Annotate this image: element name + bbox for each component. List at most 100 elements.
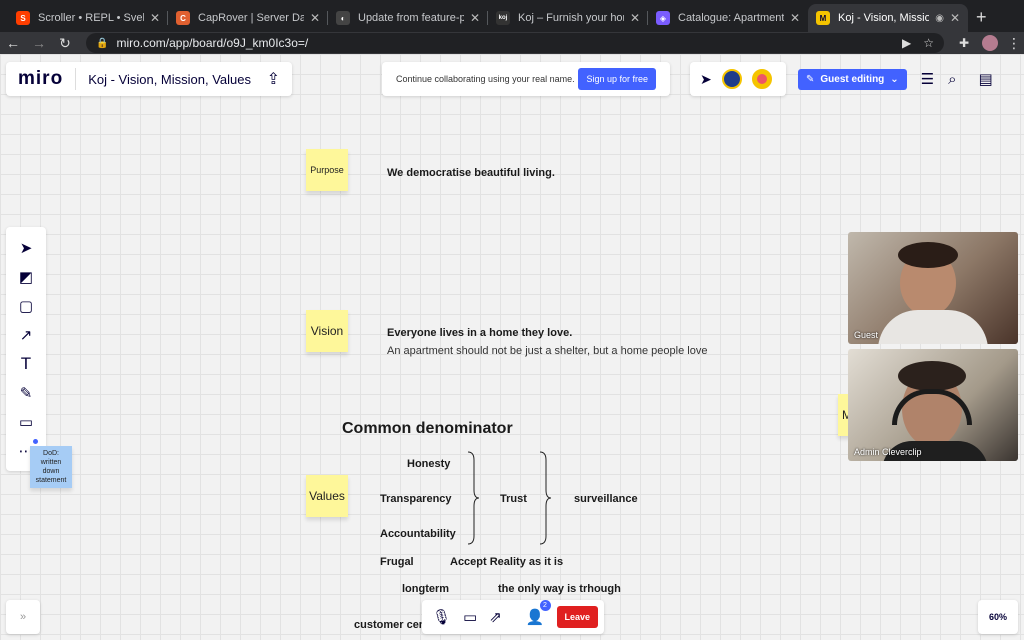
address-bar: ← → ↻ 🔒 miro.com/app/board/o9J_km0Ic3o=/… (0, 32, 1024, 54)
reload-icon[interactable]: ↻ (52, 35, 78, 52)
search-icon[interactable]: ⌕ (948, 71, 956, 88)
guest-editing-button[interactable]: ✎ Guest editing ⌄ (798, 68, 907, 90)
sticky-dod[interactable]: DoD: written down statement (30, 446, 72, 488)
tab-title: Update from feature-propos (358, 12, 464, 24)
tab-title: Scroller • REPL • Svelte (38, 12, 144, 24)
participants-count-badge: 2 (539, 600, 551, 611)
video-tile-guest[interactable]: Guest (848, 232, 1018, 344)
value-transparency[interactable]: Transparency (380, 493, 452, 505)
sticky-note-tool-icon[interactable]: ◩ (12, 263, 40, 291)
board-title[interactable]: Koj - Vision, Mission, Values (88, 72, 251, 87)
participant-name: Guest (854, 330, 879, 340)
miro-logo[interactable]: miro (18, 68, 63, 90)
video-camera-icon[interactable]: ▭ (463, 608, 477, 626)
screen-share-icon[interactable]: ⇗ (489, 608, 502, 626)
vision-title[interactable]: Everyone lives in a home they love. (387, 327, 572, 339)
value-only-way[interactable]: the only way is trhough (498, 583, 621, 595)
sticky-values[interactable]: Values (306, 475, 348, 517)
brace-right (539, 451, 552, 545)
leave-call-button[interactable]: Leave (556, 606, 599, 628)
browser-tab-bar: S Scroller • REPL • Svelte ✕ C CapRover … (0, 0, 1024, 32)
guest-editing-label: Guest editing (820, 73, 885, 85)
cursor-icon[interactable]: ➤ (700, 71, 712, 88)
value-accept-reality[interactable]: Accept Reality as it is (450, 556, 563, 568)
comment-tool-icon[interactable]: ▭ (12, 408, 40, 436)
tab-title: Catalogue: Apartments - Air (678, 12, 784, 24)
sticky-purpose[interactable]: Purpose (306, 149, 348, 191)
video-tile-admin[interactable]: Admin Cleverclip (848, 349, 1018, 461)
browser-tab[interactable]: ◈ Catalogue: Apartments - Air ✕ (648, 4, 808, 32)
select-tool-icon[interactable]: ➤ (12, 234, 40, 262)
profile-avatar[interactable] (982, 35, 998, 51)
sticky-label: Vision (310, 324, 344, 338)
top-right-toolbar: ✎ Guest editing ⌄ ☰ ⌕ ▤ (796, 62, 1016, 96)
collaborator-avatar[interactable] (751, 69, 772, 89)
expand-panel-button[interactable]: » (6, 600, 40, 634)
browser-tab[interactable]: ◐ Update from feature-propos ✕ (328, 4, 488, 32)
collab-banner: Continue collaborating using your real n… (382, 62, 670, 96)
extensions-icon[interactable]: ✚ (952, 36, 976, 50)
participant-shirt (878, 310, 988, 344)
browser-tab[interactable]: koj Koj – Furnish your home in s ✕ (488, 4, 648, 32)
recording-icon: ◉ (935, 12, 944, 24)
text-tool-icon[interactable]: T (12, 350, 40, 378)
value-accountability[interactable]: Accountability (380, 528, 456, 540)
value-honesty[interactable]: Honesty (407, 458, 450, 470)
participant-hair (898, 242, 958, 268)
collaborator-avatar[interactable] (721, 69, 742, 89)
settings-sliders-icon[interactable]: ☰ (921, 70, 934, 88)
board-header: miro Koj - Vision, Mission, Values ⇪ (6, 62, 292, 96)
notes-icon[interactable]: ▤ (979, 70, 993, 88)
participant-name: Admin Cleverclip (854, 447, 922, 457)
browser-tab[interactable]: C CapRover | Server Dashboard ✕ (168, 4, 328, 32)
zoom-level[interactable]: 60% (978, 600, 1018, 634)
share-upload-icon[interactable]: ⇪ (267, 69, 280, 89)
forward-icon[interactable]: → (26, 35, 52, 51)
vision-subtitle[interactable]: An apartment should not be just a shelte… (387, 345, 707, 357)
github-favicon-icon: ◐ (336, 11, 350, 25)
shape-tool-icon[interactable]: ▢ (12, 292, 40, 320)
pen-tool-icon[interactable]: ✎ (12, 379, 40, 407)
close-tab-icon[interactable]: ✕ (310, 11, 320, 25)
back-icon[interactable]: ← (0, 35, 26, 51)
sticky-label: Purpose (310, 165, 344, 175)
purpose-statement[interactable]: We democratise beautiful living. (387, 167, 555, 179)
value-frugal[interactable]: Frugal (380, 556, 414, 568)
tab-title: CapRover | Server Dashboard (198, 12, 304, 24)
value-trust[interactable]: Trust (500, 493, 527, 505)
browser-menu-icon[interactable]: ⋮ (1004, 35, 1024, 52)
sticky-label: Values (309, 489, 345, 503)
miro-board-canvas[interactable]: miro Koj - Vision, Mission, Values ⇪ Con… (0, 54, 1024, 640)
tab-title: Koj – Furnish your home in s (518, 12, 624, 24)
tab-title: Koj - Vision, Mission, Va (838, 12, 930, 24)
browser-tab-active[interactable]: M Koj - Vision, Mission, Va ◉ ✕ (808, 4, 968, 32)
browser-tab[interactable]: S Scroller • REPL • Svelte ✕ (8, 4, 168, 32)
url-text: miro.com/app/board/o9J_km0Ic3o=/ (116, 36, 309, 50)
close-tab-icon[interactable]: ✕ (790, 11, 800, 25)
sticky-vision[interactable]: Vision (306, 310, 348, 352)
value-surveillance[interactable]: surveillance (574, 493, 638, 505)
close-tab-icon[interactable]: ✕ (470, 11, 480, 25)
left-toolbar: ➤ ◩ ▢ ↗ T ✎ ▭ ⋯ (6, 227, 46, 471)
chevron-down-icon: ⌄ (890, 73, 899, 85)
new-tab-button[interactable]: + (976, 4, 987, 32)
common-denominator-heading[interactable]: Common denominator (342, 420, 513, 438)
camera-icon[interactable]: ▶ (902, 36, 911, 50)
close-tab-icon[interactable]: ✕ (150, 11, 160, 25)
pencil-icon: ✎ (806, 73, 815, 85)
url-input[interactable]: 🔒 miro.com/app/board/o9J_km0Ic3o=/ ▶ ☆ (86, 33, 944, 53)
sign-up-button[interactable]: Sign up for free (578, 68, 656, 90)
svelte-favicon-icon: S (16, 11, 30, 25)
arrow-tool-icon[interactable]: ↗ (12, 321, 40, 349)
collab-message: Continue collaborating using your real n… (396, 74, 575, 84)
microphone-icon[interactable]: 🎙 (432, 608, 451, 626)
value-longterm[interactable]: longterm (402, 583, 449, 595)
close-tab-icon[interactable]: ✕ (950, 11, 960, 25)
participants-icon[interactable]: 👤 2 (526, 600, 551, 626)
miro-favicon-icon: M (816, 11, 830, 25)
double-chevron-right-icon: » (19, 611, 27, 623)
value-customer[interactable]: customer cen (354, 619, 426, 631)
close-tab-icon[interactable]: ✕ (630, 11, 640, 25)
participant-hair (898, 361, 966, 391)
bookmark-star-icon[interactable]: ☆ (923, 36, 934, 50)
